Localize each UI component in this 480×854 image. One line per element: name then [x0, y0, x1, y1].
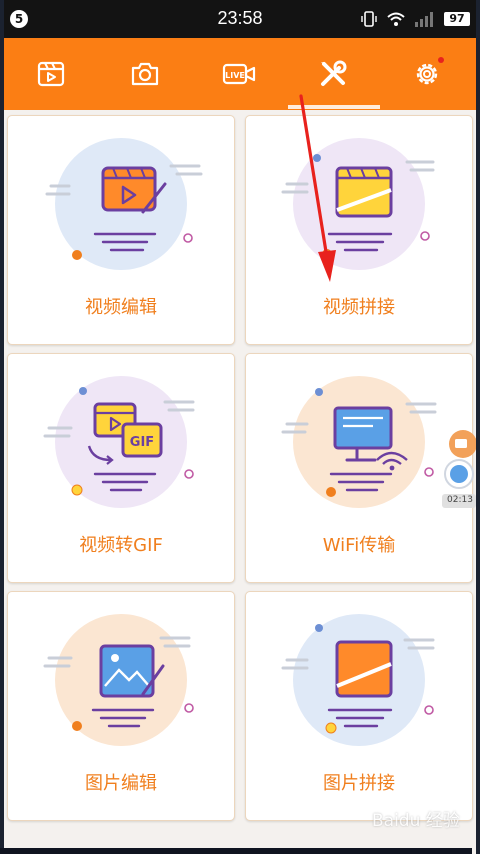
annotation-arrow [299, 94, 336, 282]
bottom-edge [0, 848, 472, 854]
